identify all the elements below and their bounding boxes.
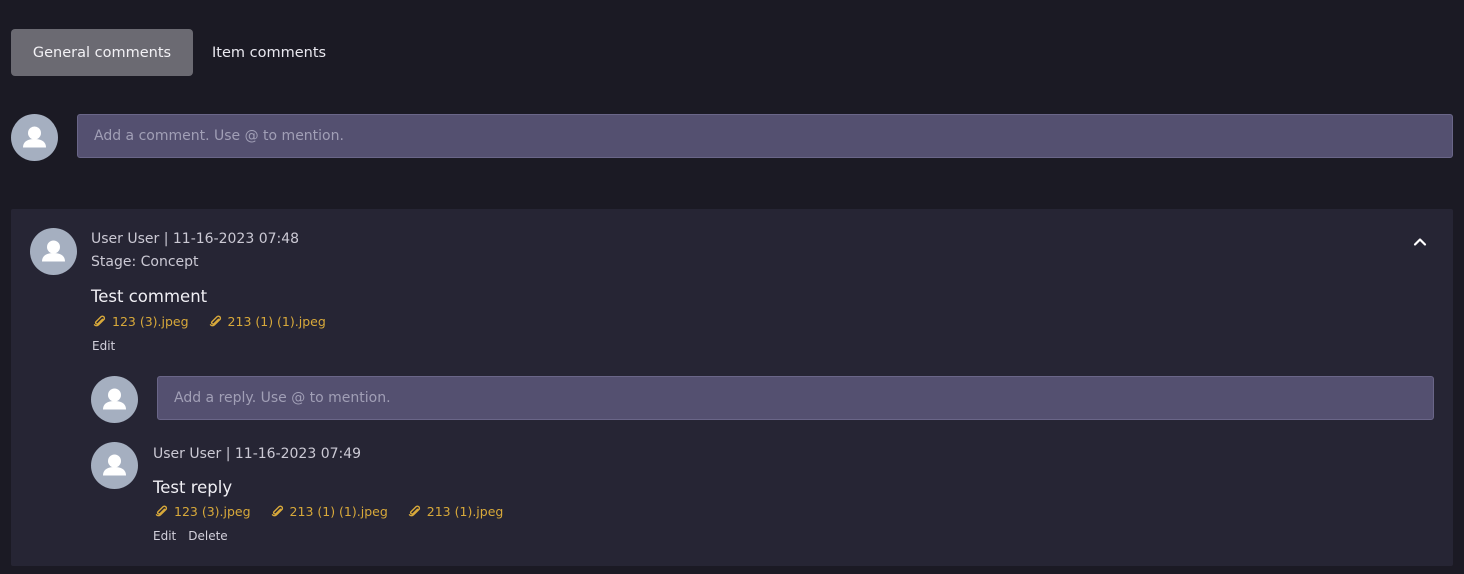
- reply-text: Test reply: [153, 478, 233, 497]
- attachment-link[interactable]: 213 (1).jpeg: [408, 504, 504, 519]
- comment-actions: Edit: [92, 339, 115, 353]
- tab-item-comments[interactable]: Item comments: [193, 29, 345, 76]
- reply-user-avatar-icon: [91, 376, 138, 423]
- attachment-name: 213 (1) (1).jpeg: [289, 504, 388, 519]
- attachment-link[interactable]: 213 (1) (1).jpeg: [271, 504, 388, 519]
- attachment-link[interactable]: 123 (3).jpeg: [155, 504, 251, 519]
- reply-meta: User User | 11-16-2023 07:49: [153, 446, 362, 462]
- chevron-up-icon: [1413, 238, 1427, 246]
- comment-text: Test comment: [91, 287, 208, 306]
- comment-card: User User | 11-16-2023 07:48 Stage: Conc…: [11, 209, 1453, 566]
- edit-comment-button[interactable]: Edit: [92, 339, 115, 353]
- paperclip-icon: [271, 505, 283, 517]
- delete-reply-button[interactable]: Delete: [188, 529, 227, 543]
- reply-attachments: 123 (3).jpeg 213 (1) (1).jpeg 213 (1).jp…: [155, 504, 503, 519]
- reply-actions: Edit Delete: [153, 529, 228, 543]
- edit-reply-button[interactable]: Edit: [153, 529, 176, 543]
- comment-tabs: General comments Item comments: [11, 29, 345, 76]
- add-reply-input[interactable]: [157, 376, 1434, 420]
- attachment-name: 213 (1).jpeg: [426, 504, 504, 519]
- comment-author-avatar-icon: [30, 228, 77, 275]
- attachment-link[interactable]: 213 (1) (1).jpeg: [209, 314, 326, 329]
- attachment-link[interactable]: 123 (3).jpeg: [93, 314, 189, 329]
- attachment-name: 123 (3).jpeg: [112, 314, 189, 329]
- comments-page: General comments Item comments User User…: [0, 0, 1464, 574]
- paperclip-icon: [408, 505, 420, 517]
- tab-general-comments[interactable]: General comments: [11, 29, 193, 76]
- current-user-avatar-icon: [11, 114, 58, 161]
- comment-stage: Stage: Concept: [91, 254, 199, 270]
- comment-meta: User User | 11-16-2023 07:48: [91, 231, 300, 247]
- collapse-button[interactable]: [1409, 231, 1431, 253]
- paperclip-icon: [155, 505, 168, 517]
- attachment-name: 213 (1) (1).jpeg: [227, 314, 326, 329]
- comment-attachments: 123 (3).jpeg 213 (1) (1).jpeg: [93, 314, 326, 329]
- paperclip-icon: [209, 315, 221, 327]
- paperclip-icon: [93, 315, 106, 327]
- attachment-name: 123 (3).jpeg: [174, 504, 251, 519]
- add-comment-input[interactable]: [77, 114, 1453, 158]
- reply-author-avatar-icon: [91, 442, 138, 489]
